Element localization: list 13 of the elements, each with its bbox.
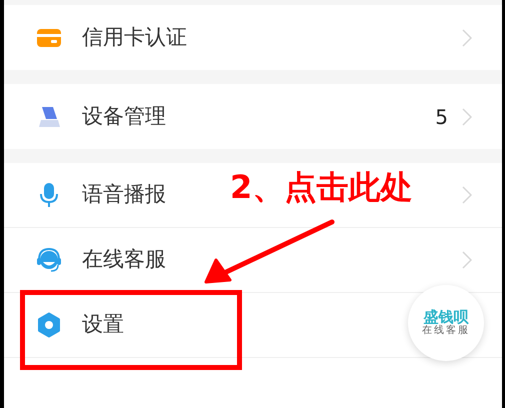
annotation-text: 2、点击此处 <box>230 168 412 206</box>
device-count: 5 <box>435 104 448 130</box>
menu-item[interactable]: 语音播报 <box>82 179 166 211</box>
menu-item[interactable]: 信用卡认证 <box>82 22 187 54</box>
menu-item[interactable]: 设置 <box>82 309 124 341</box>
chevron-icon <box>462 108 472 126</box>
chevron-icon <box>462 251 472 269</box>
customer-service-icon <box>36 247 62 273</box>
chevron-icon <box>462 28 472 46</box>
menu-item[interactable]: 在线客服 <box>82 244 166 276</box>
settings-icon <box>36 312 62 338</box>
menu-item[interactable]: 设备管理 <box>82 100 166 132</box>
chevron-icon <box>462 186 472 204</box>
